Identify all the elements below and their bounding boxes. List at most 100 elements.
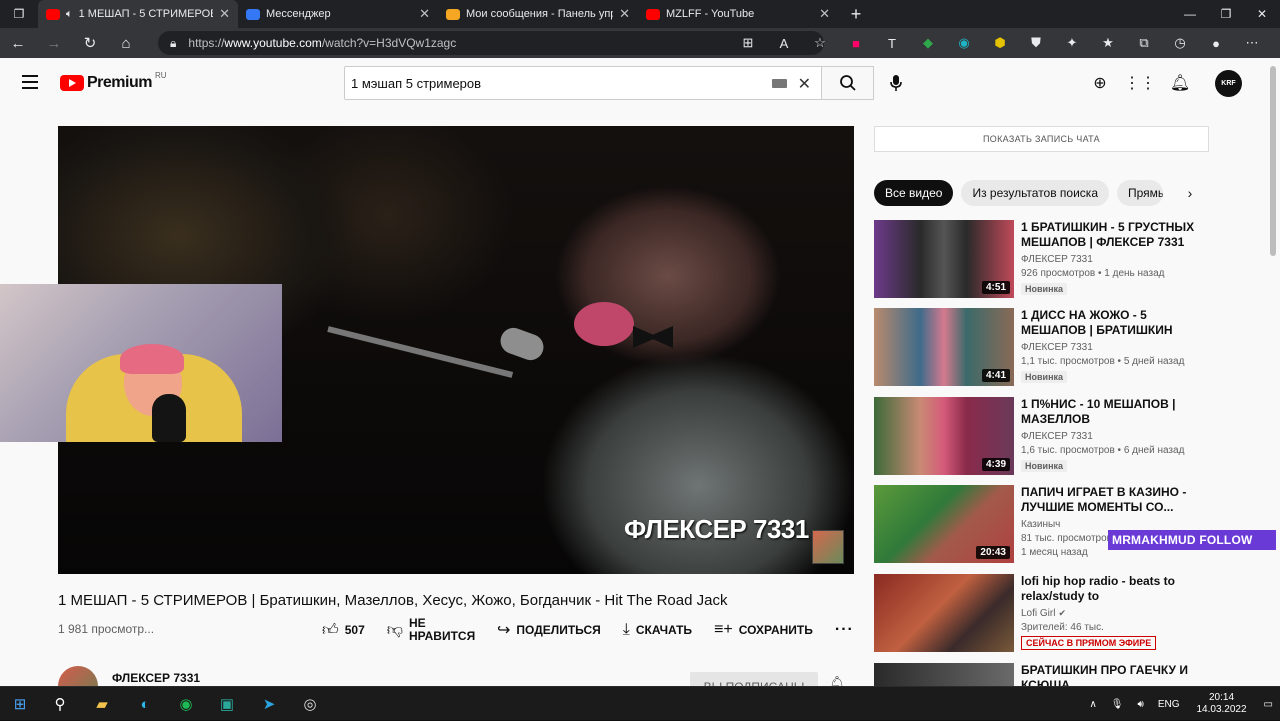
more-actions-icon[interactable]: ··· xyxy=(835,621,854,639)
like-button[interactable]: 👍︎ 507 xyxy=(322,621,365,640)
video-thumbnail[interactable]: 20:43 xyxy=(874,485,1014,563)
app-icon[interactable]: ▣ xyxy=(215,692,239,716)
youtube-play-icon xyxy=(60,75,84,91)
dislike-button[interactable]: 👎︎ НЕ НРАВИТСЯ xyxy=(387,617,475,643)
more-menu-icon[interactable]: ⋯ xyxy=(1238,32,1266,54)
search-icon[interactable]: ⚲ xyxy=(48,692,72,716)
recommendation-item[interactable]: 20:43 ПАПИЧ ИГРАЕТ В КАЗИНО - ЛУЧШИЕ МОМ… xyxy=(874,485,1194,563)
minimize-icon[interactable]: — xyxy=(1172,0,1208,28)
apps-icon[interactable]: ⊞ xyxy=(734,32,762,54)
notifications-bell-icon[interactable]: 🔔︎ xyxy=(1168,71,1192,95)
close-window-icon[interactable]: ✕ xyxy=(1244,0,1280,28)
close-icon[interactable]: ✕ xyxy=(819,6,830,22)
avatar[interactable]: KRF xyxy=(1215,70,1242,97)
close-icon[interactable]: ✕ xyxy=(419,6,430,22)
close-icon[interactable]: ✕ xyxy=(619,6,630,22)
voice-search-button[interactable] xyxy=(884,71,908,95)
video-thumbnail[interactable]: 4:39 xyxy=(874,397,1014,475)
telegram-icon[interactable]: ➤ xyxy=(257,692,281,716)
recommendation-item[interactable]: lofi hip hop radio - beats to relax/stud… xyxy=(874,574,1194,652)
edge-browser-icon[interactable]: ◐ xyxy=(133,692,157,716)
view-count[interactable]: 1 981 просмотр... xyxy=(58,622,154,636)
download-button[interactable]: ⤓ СКАЧАТЬ xyxy=(623,621,692,639)
chip-from-search[interactable]: Из результатов поиска xyxy=(961,180,1109,206)
recommendation-item[interactable]: 4:41 1 ДИСС НА ЖОЖО - 5 МЕШАПОВ | БРАТИШ… xyxy=(874,308,1194,386)
add-to-playlist-icon: ≡+ xyxy=(714,621,733,638)
maximize-icon[interactable]: ❐ xyxy=(1208,0,1244,28)
browser-tab-4[interactable]: MZLFF - YouTube ✕ xyxy=(638,0,838,28)
video-title: 1 МЕШАП - 5 СТРИМЕРОВ | Братишкин, Мазел… xyxy=(58,592,728,609)
video-thumbnail[interactable] xyxy=(874,663,1014,686)
browser-tab-3[interactable]: Мои сообщения - Панель упра ✕ xyxy=(438,0,638,28)
channel-bell-icon[interactable]: 🔔︎ xyxy=(828,675,846,686)
clear-search-icon[interactable]: ✕ xyxy=(798,74,811,94)
volume-icon[interactable]: 🔊︎ xyxy=(1138,699,1144,710)
obs-icon[interactable]: ◎ xyxy=(298,692,322,716)
profile-icon[interactable]: ● xyxy=(1202,32,1230,54)
shield-icon[interactable]: ⛊ xyxy=(1022,32,1050,54)
new-tab-icon[interactable]: + xyxy=(838,4,874,25)
extensions-puzzle-icon[interactable]: ✦ xyxy=(1058,32,1086,54)
recommendation-channel: ФЛЕКСЕР 7331 xyxy=(1021,431,1093,442)
thumbs-down-icon: 👎︎ xyxy=(386,621,404,639)
clock[interactable]: 20:14 14.03.2022 xyxy=(1196,692,1246,716)
translate-icon[interactable]: T xyxy=(878,32,906,54)
favorites-icon[interactable]: ★ xyxy=(1094,32,1122,54)
video-thumbnail[interactable]: 4:51 xyxy=(874,220,1014,298)
back-icon[interactable]: ← xyxy=(0,35,36,52)
create-video-icon[interactable]: ⊕ xyxy=(1088,71,1112,95)
history-icon[interactable]: ◷ xyxy=(1166,32,1194,54)
youtube-header: Premium RU 1 мэшап 5 стримеров ✕ ⊕ ⋮⋮ 🔔︎… xyxy=(0,58,1268,108)
extension-teal-icon[interactable]: ◉ xyxy=(950,32,978,54)
file-explorer-icon[interactable]: ▰ xyxy=(90,692,114,716)
home-icon[interactable]: ⌂ xyxy=(108,35,144,52)
chips-next-icon[interactable]: › xyxy=(1180,180,1200,206)
favorite-star-icon[interactable]: ☆ xyxy=(806,32,834,54)
browser-tab-1[interactable]: 🔈︎ 1 МЕШАП - 5 СТРИМЕРОВ ✕ xyxy=(38,0,238,28)
input-language[interactable]: ENG xyxy=(1158,699,1180,710)
browser-tab-2[interactable]: Мессенджер ✕ xyxy=(238,0,438,28)
close-icon[interactable]: ✕ xyxy=(219,6,230,22)
show-chat-replay-button[interactable]: ПОКАЗАТЬ ЗАПИСЬ ЧАТА xyxy=(874,126,1209,152)
speaker-icon[interactable]: 🔈︎ xyxy=(66,8,73,21)
channel-name[interactable]: ФЛЕКСЕР 7331 xyxy=(112,671,200,685)
youtube-page: Premium RU 1 мэшап 5 стримеров ✕ ⊕ ⋮⋮ 🔔︎… xyxy=(0,58,1280,686)
spotify-icon[interactable]: ◉ xyxy=(174,692,198,716)
notifications-icon[interactable]: ▭ xyxy=(1264,699,1273,710)
share-button[interactable]: ↪ ПОДЕЛИТЬСЯ xyxy=(497,620,601,640)
url-path: /watch?v=H3dVQw1zagc xyxy=(321,36,457,50)
tray-chevron-icon[interactable]: ∧ xyxy=(1089,699,1096,710)
chip-all-videos[interactable]: Все видео xyxy=(874,180,954,206)
video-thumbnail[interactable]: 4:41 xyxy=(874,308,1014,386)
channel-avatar[interactable] xyxy=(58,666,98,686)
search-button[interactable] xyxy=(822,66,874,100)
forward-icon[interactable]: → xyxy=(36,35,72,52)
extension-red-icon[interactable]: ■ xyxy=(842,32,870,54)
tab-actions-icon[interactable]: ❐ xyxy=(0,7,38,21)
read-aloud-icon[interactable]: A xyxy=(770,32,798,54)
apps-grid-icon[interactable]: ⋮⋮ xyxy=(1124,71,1156,95)
youtube-logo[interactable]: Premium RU xyxy=(60,70,167,92)
menu-icon[interactable] xyxy=(22,75,38,93)
url-field[interactable]: 🔒︎ https://www.youtube.com/watch?v=H3dVQ… xyxy=(158,31,824,55)
chip-live[interactable]: Прямы xyxy=(1117,180,1163,206)
logo-region: RU xyxy=(154,70,167,80)
video-thumbnail[interactable] xyxy=(874,574,1014,652)
recommendation-item[interactable]: БРАТИШКИН ПРО ГАЕЧКУ И КСЮША xyxy=(874,663,1194,686)
recommendation-item[interactable]: 4:39 1 П%НИС - 10 МЕШАПОВ | МАЗЕЛЛОВ ФЛЕ… xyxy=(874,397,1194,475)
extension-yellow-icon[interactable]: ⬢ xyxy=(986,32,1014,54)
extension-green-icon[interactable]: ◆ xyxy=(914,32,942,54)
browser-tab-strip: ❐ 🔈︎ 1 МЕШАП - 5 СТРИМЕРОВ ✕ Мессенджер … xyxy=(0,0,1280,28)
keyboard-icon[interactable] xyxy=(772,79,787,88)
live-badge: СЕЙЧАС В ПРЯМОМ ЭФИРЕ xyxy=(1021,636,1157,650)
windows-start-icon[interactable]: ⊞ xyxy=(8,692,32,716)
page-scrollbar[interactable] xyxy=(1270,66,1276,256)
collections-icon[interactable]: ⧉ xyxy=(1130,32,1158,54)
logo-text: Premium xyxy=(87,74,152,91)
save-button[interactable]: ≡+ СОХРАНИТЬ xyxy=(714,621,813,639)
subscribe-button[interactable]: ВЫ ПОДПИСАНЫ xyxy=(690,672,818,686)
recommendation-item[interactable]: 4:51 1 БРАТИШКИН - 5 ГРУСТНЫХ МЕШАПОВ | … xyxy=(874,220,1194,298)
tray-mic-icon[interactable]: 🎙︎ xyxy=(1111,699,1124,710)
search-input[interactable]: 1 мэшап 5 стримеров ✕ xyxy=(344,66,822,100)
reload-icon[interactable]: ↻ xyxy=(72,34,108,52)
